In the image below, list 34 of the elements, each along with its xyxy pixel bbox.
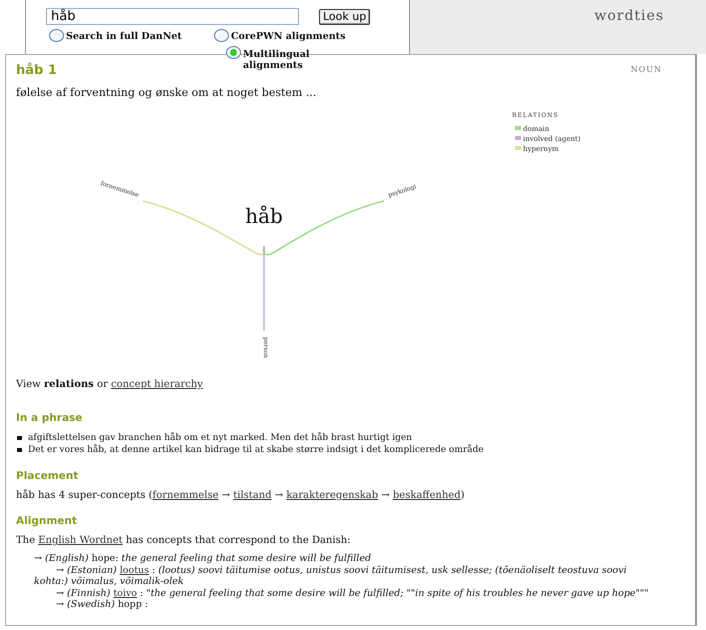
wordnet-link[interactable]: English Wordnet [38,535,123,546]
look-up-button[interactable]: Look up [319,8,370,24]
center-node-label: håb [245,204,283,228]
translation-word: hopp [118,599,142,610]
example-sentence: Det er vores håb, at denne artikel kan bidrage til at skabe større indsigt i det komplicerede område [16,444,685,456]
translation-link[interactable]: lootus [120,564,150,576]
translation-word: hope [92,553,116,564]
radio-button[interactable] [214,29,229,42]
concept-link[interactable]: fornemmelse [152,490,218,501]
example-sentence: afgiftslettelsen gav branchen håb om et nyt marked. Men det håb brast hurtigt igen [16,432,685,444]
concept-hierarchy-link[interactable]: concept hierarchy [110,379,203,390]
option-label: Search in full DanNet [66,31,182,42]
entry-title: håb 1 [16,63,57,78]
section-heading: Alignment [16,515,78,527]
concept-link[interactable]: karakteregenskab [286,490,378,501]
translation-link[interactable]: toivo [113,588,137,598]
section-heading: Placement [16,470,80,482]
alignment-entry: → (Swedish) hopp : [55,599,150,610]
alignment-entry: → (Finnish) toivo : "the general feeling that some desire will be fulfilled; ""in spite of his troubles he never gave up hope""" [55,588,650,599]
option-label: CorePWN alignments [231,31,346,42]
alignment-entry: → (Estonian) lootus : (lootus) soovi täitumise ootus, unistus soovi täitumisest, usk sellesse; (tõenäoliselt teostuva soovi kohta:) võimalus, võimalik-olek [33,564,628,588]
concept-link[interactable]: beskaffenhed [392,490,461,501]
section-heading: In a phrase [16,412,84,424]
option-label: Multilingual alignments [243,48,310,71]
view-links-sentence: View relations or concept hierarchy [15,379,204,390]
part-of-speech: NOUN [630,64,662,76]
radio-button[interactable] [49,29,64,42]
radio-button[interactable] [226,46,241,59]
site-name: wordties [594,8,664,24]
super-concepts-sentence: håb has 4 super-concepts (fornemmelse → tilstand → karakteregenskab → beskaffenhed) [15,490,466,501]
concept-link[interactable]: tilstand [233,490,272,501]
definition: følelse af forventning og ønske om at noget bestem ... [15,85,318,99]
alignment-intro: The English Wordnet has concepts that correspond to the Danish: [15,535,352,546]
alignment-entry: → (English) hope: the general feeling that some desire will be fulfilled [33,553,372,564]
